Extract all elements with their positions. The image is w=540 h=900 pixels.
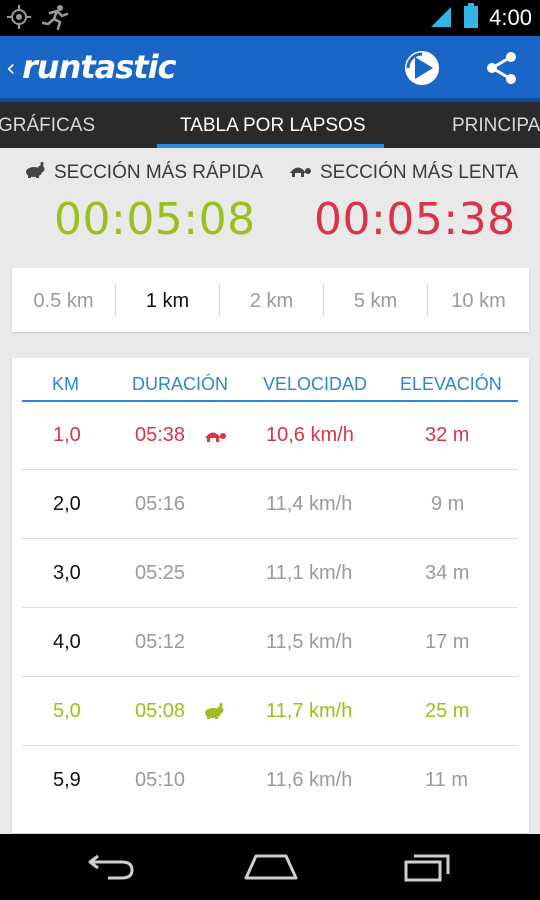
tab-graficas[interactable]: GRÁFICAS — [0, 102, 95, 148]
table-row[interactable]: 5,0 05:08 11,7 km/h 25 m — [12, 677, 529, 746]
cell-speed: 11,1 km/h — [266, 562, 353, 584]
cell-duration: 05:10 — [135, 769, 186, 791]
cell-km: 3,0 — [53, 562, 81, 584]
tab-tabla-por-lapsos[interactable]: TABLA POR LAPSOS — [180, 102, 366, 148]
cell-speed: 10,6 km/h — [266, 424, 354, 446]
cell-duration: 05:38 — [135, 424, 186, 446]
cell-speed: 11,5 km/h — [266, 631, 353, 653]
cell-km: 1,0 — [53, 424, 81, 446]
back-chevron-icon[interactable]: ‹ — [6, 54, 16, 82]
segment-1-km[interactable]: 1 km — [116, 268, 219, 332]
table-row[interactable]: 4,0 05:12 11,5 km/h 17 m — [12, 608, 529, 677]
cell-speed: 11,4 km/h — [266, 493, 353, 515]
slowest-time: 00:05:38 — [314, 194, 516, 245]
rabbit-icon — [203, 702, 225, 724]
slowest-label: SECCIÓN MÁS LENTA — [320, 162, 519, 183]
distance-selector: 0.5 km 1 km 2 km 5 km 10 km — [12, 268, 529, 332]
share-icon[interactable] — [482, 48, 522, 88]
cell-elevation: 34 m — [425, 562, 470, 584]
turtle-icon — [288, 162, 312, 184]
cell-elevation: 25 m — [425, 700, 470, 722]
table-row[interactable]: 2,0 05:16 11,4 km/h 9 m — [12, 470, 529, 539]
home-icon[interactable] — [242, 848, 300, 889]
navigation-bar — [0, 834, 540, 900]
recent-apps-icon[interactable] — [402, 848, 454, 889]
tab-bar: GRÁFICAS TABLA POR LAPSOS PRINCIPA — [0, 102, 540, 148]
cell-elevation: 9 m — [431, 493, 465, 515]
laps-table: KM DURACIÓN VELOCIDAD ELEVACIÓN 1,0 05:3… — [12, 358, 529, 833]
cell-km: 5,0 — [53, 700, 81, 722]
cell-duration: 05:08 — [135, 700, 186, 722]
cell-duration: 05:12 — [135, 631, 186, 653]
cell-speed: 11,6 km/h — [266, 769, 353, 791]
table-row[interactable]: 3,0 05:25 11,1 km/h 34 m — [12, 539, 529, 608]
cell-elevation: 32 m — [425, 424, 470, 446]
slowest-section: SECCIÓN MÁS LENTA 00:05:38 — [288, 162, 518, 245]
header-elevation: ELEVACIÓN — [400, 374, 502, 394]
segment-5-km[interactable]: 5 km — [324, 268, 427, 332]
segment-10-km[interactable]: 10 km — [428, 268, 529, 332]
status-bar: 4:00 — [0, 0, 540, 36]
cell-elevation: 11 m — [425, 769, 468, 791]
tab-principal[interactable]: PRINCIPA — [452, 102, 540, 148]
header-speed: VELOCIDAD — [263, 374, 368, 394]
fastest-time: 00:05:08 — [54, 194, 256, 245]
cell-km: 2,0 — [53, 493, 81, 515]
cell-km: 4,0 — [53, 631, 81, 653]
action-bar: ‹ runtastic — [0, 36, 540, 102]
segment-2-km[interactable]: 2 km — [220, 268, 323, 332]
fastest-section: SECCIÓN MÁS RÁPIDA 00:05:08 — [24, 161, 264, 245]
gps-icon — [6, 4, 32, 35]
runner-icon — [41, 4, 70, 35]
rabbit-icon — [24, 161, 46, 184]
app-logo[interactable]: runtastic — [22, 48, 177, 86]
cell-elevation: 17 m — [425, 631, 470, 653]
status-time: 4:00 — [489, 5, 532, 30]
cell-duration: 05:25 — [135, 562, 186, 584]
header-km: KM — [52, 374, 79, 394]
runtastic-play-icon[interactable] — [402, 48, 442, 88]
cell-km: 5,9 — [53, 769, 81, 791]
header-duration: DURACIÓN — [132, 374, 229, 394]
cell-speed: 11,7 km/h — [266, 700, 353, 722]
table-row[interactable]: 5,9 05:10 11,6 km/h 11 m — [12, 746, 529, 815]
fastest-label: SECCIÓN MÁS RÁPIDA — [54, 162, 264, 183]
cell-duration: 05:16 — [135, 493, 186, 515]
back-icon[interactable] — [86, 848, 138, 889]
lap-summary: SECCIÓN MÁS RÁPIDA 00:05:08 SECCIÓN MÁS … — [0, 148, 540, 266]
signal-icon — [429, 5, 453, 32]
table-row[interactable]: 1,0 05:38 10,6 km/h 32 m — [12, 401, 529, 470]
turtle-icon — [203, 427, 227, 448]
battery-icon — [463, 2, 479, 34]
segment-0-5-km[interactable]: 0.5 km — [12, 268, 115, 332]
